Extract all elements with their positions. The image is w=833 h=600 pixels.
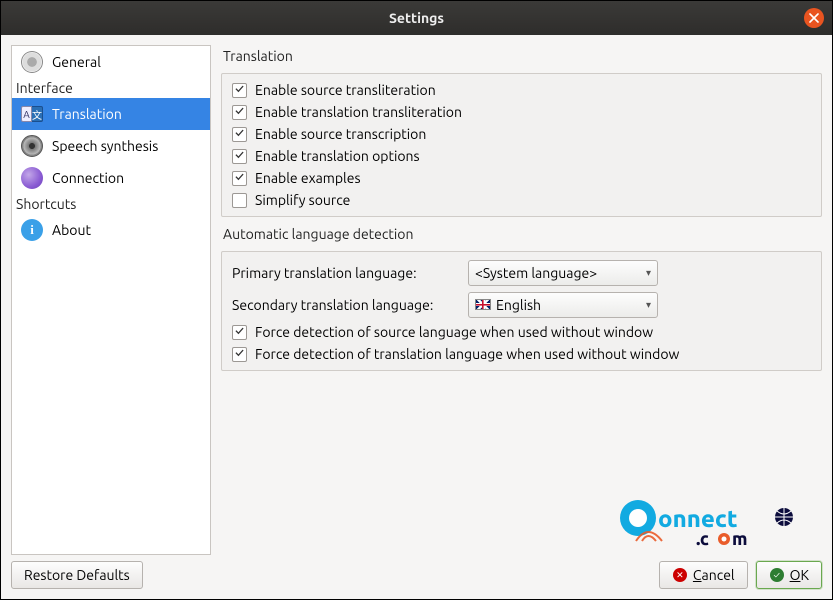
select-value: <System language>	[475, 265, 597, 281]
cancel-button[interactable]: Cancel	[659, 561, 748, 589]
checkbox-label: Simplify source	[255, 192, 350, 208]
select-value: English	[475, 297, 541, 313]
restore-defaults-button[interactable]: Restore Defaults	[11, 561, 143, 589]
cancel-icon	[672, 567, 688, 583]
primary-language-label: Primary translation language:	[232, 265, 462, 281]
checkbox-label: Enable examples	[255, 170, 361, 186]
window-title: Settings	[389, 10, 444, 26]
svg-text:m: m	[732, 529, 748, 549]
checkbox-label: Enable translation transliteration	[255, 104, 462, 120]
sidebar-group-shortcuts: Shortcuts	[12, 194, 210, 214]
chevron-down-icon: ▾	[646, 267, 651, 279]
sidebar-item-general[interactable]: General	[12, 46, 210, 78]
checkbox-force-translation-detection[interactable]: Force detection of translation language …	[232, 346, 811, 362]
checkbox-icon	[232, 193, 247, 208]
sidebar-group-interface: Interface	[12, 78, 210, 98]
translate-icon: A文	[20, 102, 44, 126]
translation-options-group: Enable source transliteration Enable tra…	[221, 73, 822, 217]
checkbox-label: Enable translation options	[255, 148, 420, 164]
chevron-down-icon: ▾	[646, 299, 651, 311]
close-button[interactable]	[804, 8, 824, 28]
auto-detect-group: Primary translation language: <System la…	[221, 251, 822, 371]
close-icon	[809, 13, 819, 23]
window-body: General Interface A文 Translation Speech …	[1, 35, 832, 561]
section-title-auto-detect: Automatic language detection	[221, 223, 822, 245]
sidebar-item-speech[interactable]: Speech synthesis	[12, 130, 210, 162]
checkbox-icon	[232, 83, 247, 98]
button-label: Restore Defaults	[24, 567, 130, 583]
sidebar: General Interface A文 Translation Speech …	[11, 45, 211, 555]
gear-icon	[20, 50, 44, 74]
settings-window: Settings General Interface A文 Translatio…	[0, 0, 833, 600]
button-label: Cancel	[693, 567, 735, 583]
ok-icon	[769, 567, 785, 583]
checkbox-icon	[232, 105, 247, 120]
info-icon: i	[20, 218, 44, 242]
checkbox-label: Enable source transliteration	[255, 82, 436, 98]
sidebar-item-label: Speech synthesis	[52, 138, 158, 154]
flag-uk-icon	[475, 299, 491, 310]
secondary-language-row: Secondary translation language: English …	[232, 292, 811, 318]
ok-button[interactable]: OK	[756, 561, 822, 589]
titlebar: Settings	[1, 1, 832, 35]
checkbox-icon	[232, 149, 247, 164]
button-label: OK	[790, 567, 809, 583]
svg-text:onnect: onnect	[658, 505, 738, 532]
checkbox-enable-source-transcription[interactable]: Enable source transcription	[232, 126, 811, 142]
checkbox-label: Force detection of source language when …	[255, 324, 653, 340]
section-title-translation: Translation	[221, 45, 822, 67]
speaker-icon	[20, 134, 44, 158]
main-panel: Translation Enable source transliteratio…	[221, 45, 822, 555]
secondary-language-label: Secondary translation language:	[232, 297, 462, 313]
checkbox-force-source-detection[interactable]: Force detection of source language when …	[232, 324, 811, 340]
dialog-footer: Restore Defaults Cancel OK	[1, 561, 832, 599]
checkbox-enable-translation-transliteration[interactable]: Enable translation transliteration	[232, 104, 811, 120]
checkbox-label: Force detection of translation language …	[255, 346, 679, 362]
svg-text:.c: .c	[696, 529, 709, 549]
sidebar-item-label: Translation	[52, 106, 122, 122]
checkbox-icon	[232, 325, 247, 340]
checkbox-icon	[232, 127, 247, 142]
sidebar-item-connection[interactable]: Connection	[12, 162, 210, 194]
checkbox-enable-translation-options[interactable]: Enable translation options	[232, 148, 811, 164]
secondary-language-select[interactable]: English ▾	[468, 292, 658, 318]
sidebar-item-label: General	[52, 54, 101, 70]
watermark-logo: onnect .c m	[616, 487, 826, 553]
sidebar-item-label: Connection	[52, 170, 124, 186]
checkbox-enable-source-transliteration[interactable]: Enable source transliteration	[232, 82, 811, 98]
checkbox-icon	[232, 347, 247, 362]
checkbox-icon	[232, 171, 247, 186]
footer-button-group: Cancel OK	[659, 561, 822, 589]
checkbox-simplify-source[interactable]: Simplify source	[232, 192, 811, 208]
checkbox-label: Enable source transcription	[255, 126, 426, 142]
sidebar-item-label: About	[52, 222, 91, 238]
primary-language-row: Primary translation language: <System la…	[232, 260, 811, 286]
primary-language-select[interactable]: <System language> ▾	[468, 260, 658, 286]
sidebar-item-translation[interactable]: A文 Translation	[12, 98, 210, 130]
checkbox-enable-examples[interactable]: Enable examples	[232, 170, 811, 186]
sidebar-item-about[interactable]: i About	[12, 214, 210, 246]
globe-icon	[20, 166, 44, 190]
